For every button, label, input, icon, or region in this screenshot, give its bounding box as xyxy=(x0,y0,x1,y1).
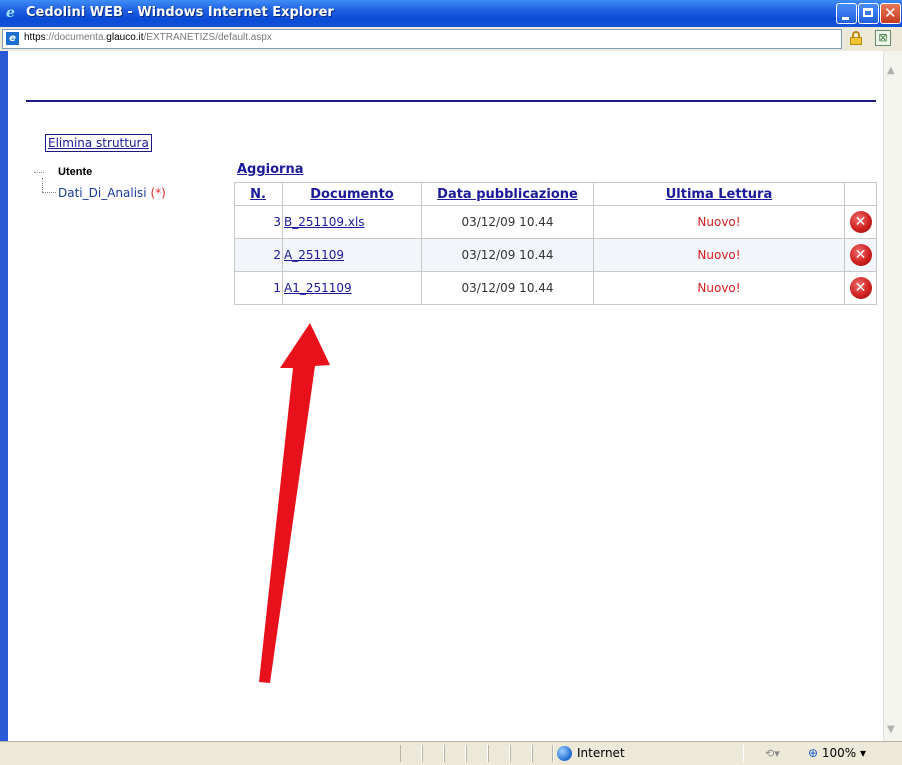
status-cell xyxy=(488,745,510,762)
status-bar: Internet ⟲▾ ⊕ 100% ▾ xyxy=(0,741,902,765)
status-cell xyxy=(444,745,466,762)
status-cell xyxy=(532,745,554,762)
arrow-shape xyxy=(259,323,330,683)
status-cell xyxy=(466,745,488,762)
status-cell xyxy=(510,745,532,762)
status-cell xyxy=(400,745,422,762)
zoom-control[interactable]: ⊕ 100% ▾ xyxy=(808,746,866,760)
annotation-arrow xyxy=(259,323,330,683)
zoom-level: 100% xyxy=(821,746,857,760)
status-cell xyxy=(422,745,444,762)
globe-icon xyxy=(557,746,572,761)
zoom-icon: ⊕ xyxy=(808,746,819,760)
protected-mode-icon[interactable]: ⟲▾ xyxy=(765,747,780,760)
security-zone[interactable]: Internet xyxy=(577,746,625,760)
